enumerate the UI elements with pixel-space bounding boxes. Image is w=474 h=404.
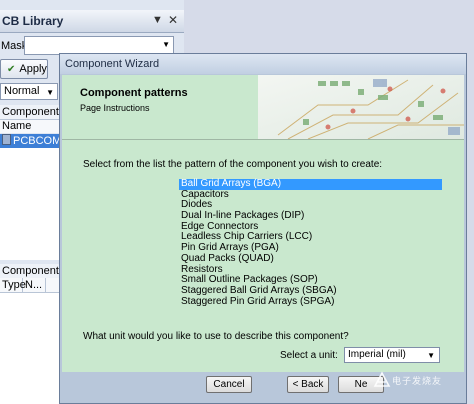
watermark-logo-icon (373, 371, 391, 387)
back-button[interactable]: < Back (287, 376, 329, 393)
pattern-item[interactable]: Staggered Ball Grid Arrays (SBGA) (179, 285, 442, 297)
checkmark-icon: ✔ (7, 64, 16, 75)
component-name: PCBCOMPO (13, 135, 60, 147)
wizard-header: Component patterns Page Instructions (66, 76, 262, 136)
components-list[interactable] (0, 148, 60, 260)
wizard-title: Component Wizard (65, 58, 160, 70)
page-subheading: Page Instructions (80, 103, 150, 113)
pcb-header-image (258, 75, 464, 139)
pattern-item[interactable]: Quad Packs (QUAD) (179, 253, 442, 265)
panel-title: CB Library (2, 14, 64, 28)
mode-select[interactable]: Normal ▼ (0, 83, 58, 100)
component-props-list[interactable] (0, 293, 60, 404)
unit-value: Imperial (mil) (348, 349, 406, 360)
watermark: 电子发烧友 (372, 370, 472, 392)
name-column-header[interactable]: Name (0, 120, 62, 133)
unit-select[interactable]: Imperial (mil) ▼ (344, 347, 440, 363)
component-wizard-dialog: Component Wizard Component patterns Page… (59, 53, 467, 404)
header-divider (62, 139, 464, 140)
apply-label: Apply (19, 63, 47, 75)
panel-title-bar: CB Library ▼ ✕ (0, 10, 184, 33)
component-icon (2, 134, 11, 145)
components-header: Components (0, 105, 65, 120)
cancel-button[interactable]: Cancel (206, 376, 252, 393)
page-heading: Component patterns (80, 87, 188, 99)
next-label: Ne (354, 379, 368, 390)
component-row[interactable]: PCBCOMPO (0, 134, 60, 148)
props-column-headers: TypeN... (0, 278, 60, 293)
unit-question: What unit would you like to use to descr… (83, 331, 349, 342)
pattern-list[interactable]: Ball Grid Arrays (BGA) Capacitors Diodes… (179, 178, 442, 308)
pattern-item[interactable]: Capacitors (179, 189, 442, 201)
chevron-down-icon[interactable]: ▼ (162, 40, 170, 49)
pattern-item[interactable]: Staggered Pin Grid Arrays (SPGA) (179, 296, 442, 308)
chevron-down-icon[interactable]: ▼ (46, 85, 54, 100)
unit-label: Select a unit: (280, 350, 338, 361)
pattern-instructions: Select from the list the pattern of the … (83, 159, 383, 170)
type-column-header[interactable]: Type (0, 278, 26, 292)
watermark-text: 电子发烧友 (392, 376, 443, 386)
name-column-header[interactable]: N... (23, 278, 46, 292)
pin-icon[interactable]: ▼ (152, 14, 163, 26)
mode-value: Normal (4, 85, 40, 97)
component-props-header: Component Pr (0, 264, 62, 278)
wizard-title-bar[interactable]: Component Wizard (60, 54, 466, 74)
close-icon[interactable]: ✕ (168, 13, 178, 27)
chevron-down-icon[interactable]: ▼ (427, 349, 435, 363)
cancel-label: Cancel (213, 379, 245, 390)
apply-button[interactable]: ✔ Apply (0, 59, 48, 79)
back-label: < Back (292, 379, 324, 390)
wizard-body: Component patterns Page Instructions Sel… (62, 75, 464, 395)
